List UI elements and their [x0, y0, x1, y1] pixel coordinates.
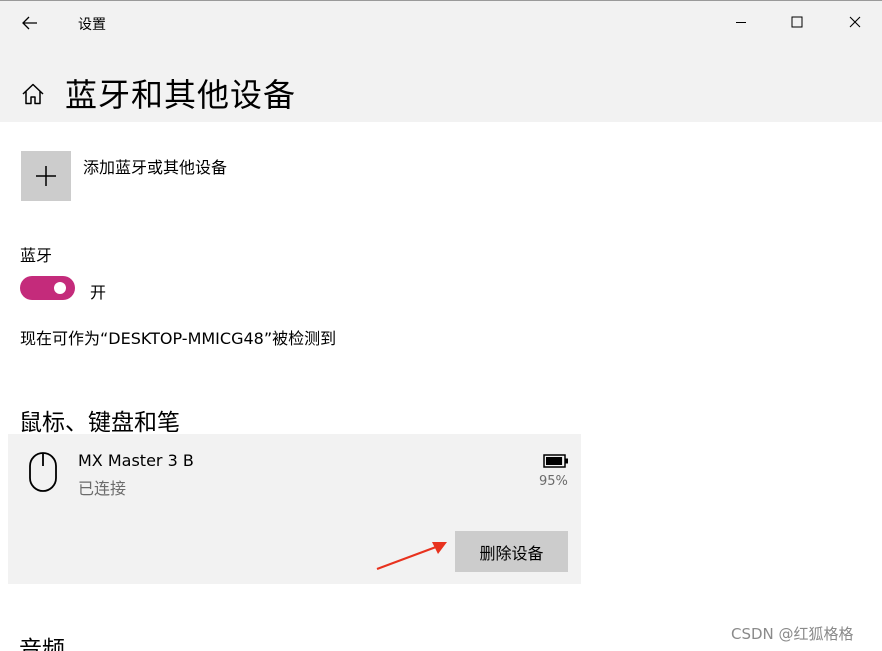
home-icon[interactable]	[20, 81, 46, 107]
device-status: 已连接	[78, 479, 127, 498]
maximize-icon	[791, 16, 803, 28]
plus-icon	[36, 166, 56, 186]
device-card[interactable]: MX Master 3 B 已连接 95% 删除设备	[8, 434, 581, 584]
minimize-icon	[736, 22, 746, 23]
maximize-button[interactable]	[774, 1, 820, 43]
watermark: CSDN @红狐格格	[731, 625, 854, 643]
page-title: 蓝牙和其他设备	[65, 76, 297, 114]
app-title: 设置	[78, 17, 106, 33]
device-name: MX Master 3 B	[78, 451, 194, 470]
minimize-button[interactable]	[718, 1, 764, 43]
section-title-audio: 音频	[19, 637, 65, 651]
settings-window: 设置 蓝牙和其他设备 添加蓝牙或其他设备 蓝牙 开 现在可作为“DESKTOP-…	[0, 0, 882, 651]
close-button[interactable]	[832, 1, 878, 43]
bluetooth-label: 蓝牙	[20, 246, 53, 265]
battery-percentage: 95%	[539, 474, 568, 489]
bluetooth-toggle-state: 开	[90, 283, 107, 302]
bluetooth-toggle[interactable]	[20, 276, 75, 300]
title-bar: 设置	[0, 1, 882, 43]
discoverable-text: 现在可作为“DESKTOP-MMICG48”被检测到	[20, 329, 337, 348]
mouse-icon	[29, 452, 57, 492]
add-device-button[interactable]	[21, 151, 71, 201]
back-arrow-icon	[22, 16, 37, 30]
section-title-mouse-keyboard-pen: 鼠标、键盘和笔	[19, 410, 180, 436]
close-icon	[849, 16, 861, 28]
battery-icon	[543, 454, 568, 468]
annotation-arrow-icon	[376, 542, 447, 571]
back-button[interactable]	[10, 7, 50, 39]
remove-device-button[interactable]: 删除设备	[455, 531, 568, 572]
add-device-label[interactable]: 添加蓝牙或其他设备	[83, 154, 227, 178]
toggle-knob	[54, 282, 66, 294]
